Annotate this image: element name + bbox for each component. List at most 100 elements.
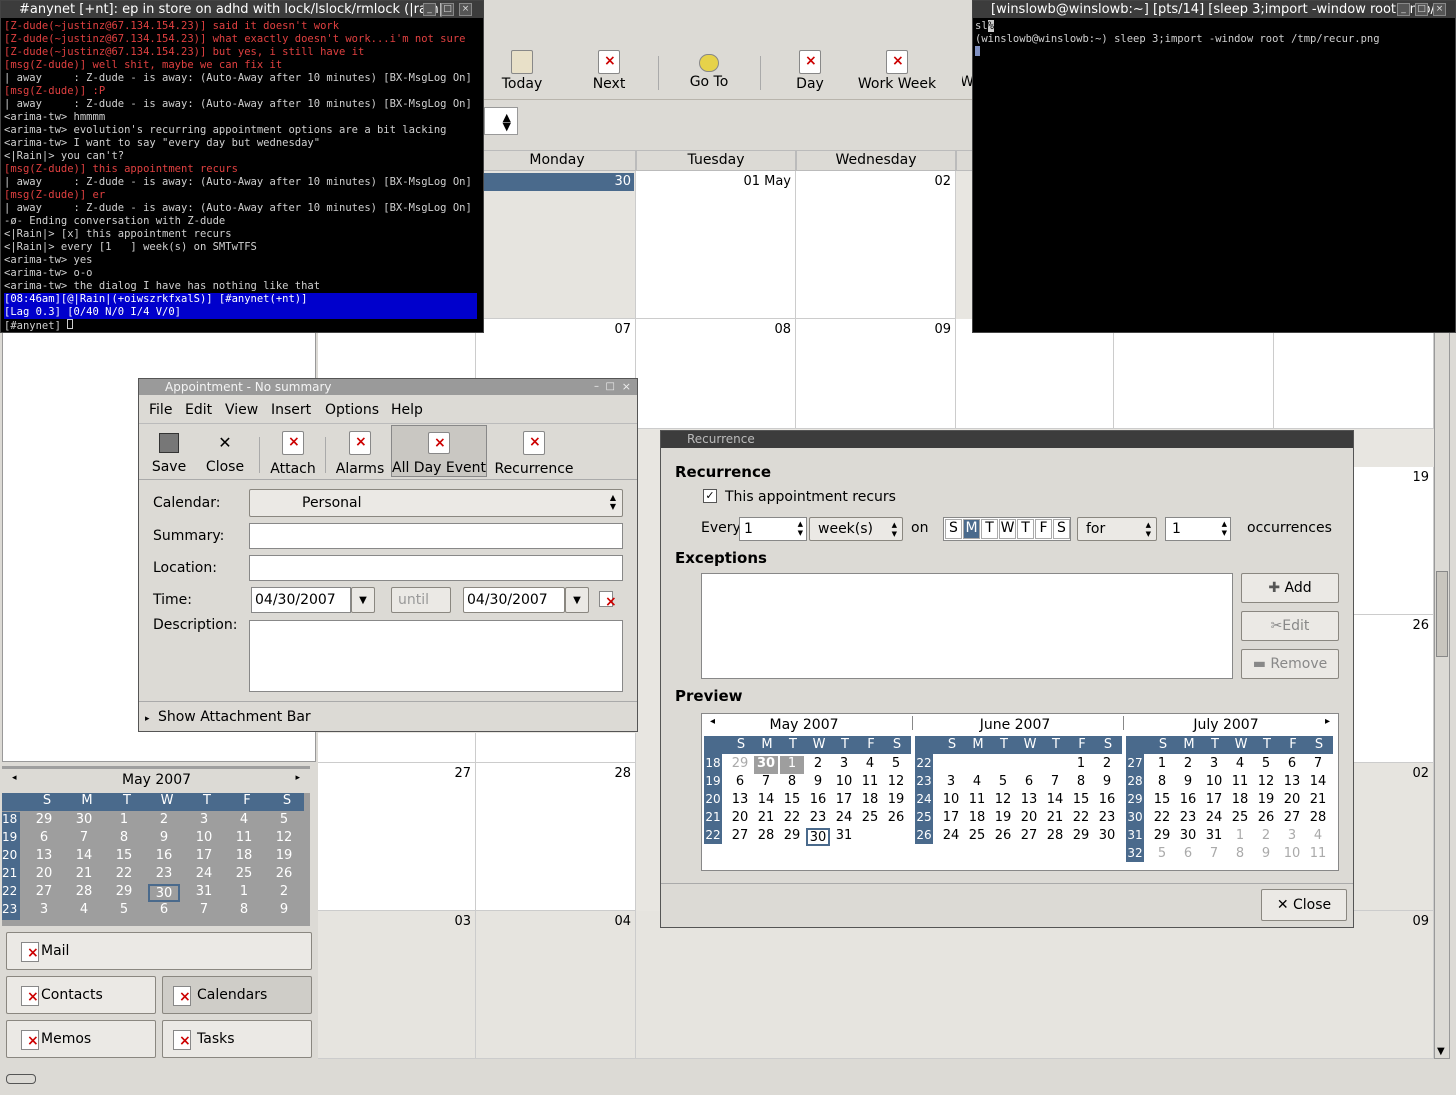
day-cell[interactable]: 12 — [1274, 319, 1434, 429]
mini-day[interactable]: 10 — [188, 830, 220, 845]
mini-day[interactable]: 9 — [268, 902, 300, 917]
mini-day[interactable]: 26 — [268, 866, 300, 881]
start-date-input[interactable]: 04/30/2007 — [251, 587, 351, 613]
goto-button[interactable]: Go To — [682, 50, 736, 98]
day-cell[interactable]: 09 — [796, 319, 956, 429]
mini-day[interactable]: 2 — [148, 812, 180, 827]
until-select[interactable]: until — [391, 587, 451, 613]
weekday-toggle[interactable]: S — [1053, 519, 1070, 539]
summary-input[interactable] — [249, 523, 623, 549]
day-cell[interactable]: 03 — [318, 911, 476, 1059]
count-spinner[interactable]: 1 ▲ ▼ — [1165, 517, 1231, 541]
weekday-toggle[interactable]: W — [999, 519, 1016, 539]
day-cell[interactable]: 27 — [318, 763, 476, 911]
edit-exception-button[interactable]: ✂Edit — [1241, 611, 1339, 641]
preview-prev-icon[interactable]: ◂ — [710, 716, 715, 727]
day-cell[interactable]: 19 — [1354, 467, 1434, 615]
mini-day[interactable]: 24 — [188, 866, 220, 881]
weekday-selector[interactable]: SMTWTFS — [943, 517, 1071, 541]
maximize-icon[interactable]: □ — [1415, 3, 1428, 16]
day-cell[interactable]: 28 — [476, 763, 636, 911]
alarms-button[interactable]: Alarms — [335, 431, 385, 479]
close-icon[interactable]: × — [459, 3, 472, 16]
day-cell[interactable]: 10 — [956, 319, 1114, 429]
close-window-icon[interactable]: × — [622, 380, 631, 393]
menu-options[interactable]: Options — [325, 402, 379, 418]
mini-day[interactable]: 14 — [68, 848, 100, 863]
menu-help[interactable]: Help — [391, 402, 423, 418]
mini-day[interactable]: 28 — [68, 884, 100, 899]
mini-day[interactable]: 17 — [188, 848, 220, 863]
mini-day[interactable]: 11 — [228, 830, 260, 845]
mini-day[interactable]: 3 — [188, 812, 220, 827]
vertical-scrollbar[interactable]: ▼ — [1434, 320, 1450, 1059]
calendars-switcher-button[interactable]: Calendars — [162, 976, 312, 1014]
day-cell[interactable]: 08 — [636, 319, 796, 429]
mini-day[interactable]: 8 — [228, 902, 260, 917]
exceptions-list[interactable] — [701, 573, 1233, 679]
calendar-select[interactable]: Personal ▲ ▼ — [249, 489, 623, 517]
work-week-button[interactable]: Work Week — [856, 50, 938, 98]
mini-day[interactable]: 1 — [108, 812, 140, 827]
appointment-dialog[interactable]: Appointment - No summary – □ × File Edit V… — [138, 378, 638, 732]
mini-day[interactable]: 30 — [68, 812, 100, 827]
close-dialog-button[interactable]: ✕ Close — [1261, 889, 1347, 921]
attach-button[interactable]: Attach — [269, 431, 317, 479]
end-date-input[interactable]: 04/30/2007 — [463, 587, 565, 613]
menu-file[interactable]: File — [149, 402, 172, 418]
end-date-dropdown[interactable]: ▼ — [565, 587, 589, 613]
mini-day[interactable]: 3 — [28, 902, 60, 917]
mini-day[interactable]: 4 — [228, 812, 260, 827]
mini-day[interactable]: 30 — [148, 884, 180, 902]
mini-day[interactable]: 23 — [148, 866, 180, 881]
menu-edit[interactable]: Edit — [185, 402, 212, 418]
mini-day[interactable]: 21 — [68, 866, 100, 881]
mini-day[interactable]: 20 — [28, 866, 60, 881]
day-cell[interactable]: 04 — [476, 911, 636, 1059]
mail-switcher-button[interactable]: Mail — [6, 932, 312, 970]
mini-day[interactable]: 2 — [268, 884, 300, 899]
tasks-switcher-button[interactable]: Tasks — [162, 1020, 312, 1058]
mini-day[interactable]: 13 — [28, 848, 60, 863]
minimize-icon[interactable]: _ — [1397, 3, 1410, 16]
mini-day[interactable]: 8 — [108, 830, 140, 845]
add-exception-button[interactable]: ✚ Add — [1241, 573, 1339, 603]
mini-day[interactable]: 29 — [108, 884, 140, 899]
mini-day[interactable]: 7 — [68, 830, 100, 845]
mini-calendar[interactable]: ◂ May 2007 ▸ SMTWTFS 18 29 30 1 2 3 4 5 19 6 7 8 9 10… — [2, 766, 310, 926]
preview-next-icon[interactable]: ▸ — [1325, 716, 1330, 727]
timezone-icon[interactable] — [599, 591, 617, 610]
mini-day[interactable]: 5 — [108, 902, 140, 917]
mini-day[interactable]: 6 — [148, 902, 180, 917]
day-cell[interactable]: 09 — [636, 911, 1434, 1059]
weekday-toggle[interactable]: T — [981, 519, 998, 539]
description-textarea[interactable] — [249, 620, 623, 692]
unit-select[interactable]: week(s) ▲ ▼ — [809, 517, 903, 541]
menu-view[interactable]: View — [225, 402, 258, 418]
save-button[interactable]: Save — [149, 431, 189, 479]
date-nav-spinner[interactable]: ▲ ▼ — [484, 107, 518, 135]
location-input[interactable] — [249, 555, 623, 581]
day-cell[interactable]: 02 — [1354, 763, 1434, 911]
contacts-switcher-button[interactable]: Contacts — [6, 976, 156, 1014]
irc-terminal-window[interactable]: #anynet [+nt]: ep in store on adhd with … — [0, 0, 484, 333]
remove-exception-button[interactable]: ▬ Remove — [1241, 649, 1339, 679]
day-cell[interactable] — [476, 733, 636, 763]
close-icon[interactable]: × — [1433, 3, 1446, 16]
prev-month-icon[interactable]: ◂ — [12, 773, 17, 783]
mini-day[interactable]: 25 — [228, 866, 260, 881]
memos-switcher-button[interactable]: Memos — [6, 1020, 156, 1058]
maximize-icon[interactable]: □ — [441, 3, 454, 16]
day-view-button[interactable]: Day — [792, 50, 828, 98]
irc-input[interactable]: [#anynet] — [4, 319, 74, 332]
today-button[interactable]: Today — [494, 50, 550, 98]
day-cell[interactable]: 02 — [796, 171, 956, 319]
shell-terminal-window[interactable]: [winslowb@winslowb:~] [pts/14] [sleep 3;… — [972, 0, 1456, 333]
mini-day[interactable]: 29 — [28, 812, 60, 827]
mini-day[interactable]: 7 — [188, 902, 220, 917]
weekday-toggle[interactable]: S — [945, 519, 962, 539]
mini-day[interactable]: 12 — [268, 830, 300, 845]
all-day-event-toggle[interactable]: All Day Event — [391, 425, 487, 477]
mini-day[interactable]: 15 — [108, 848, 140, 863]
mini-day[interactable]: 18 — [228, 848, 260, 863]
